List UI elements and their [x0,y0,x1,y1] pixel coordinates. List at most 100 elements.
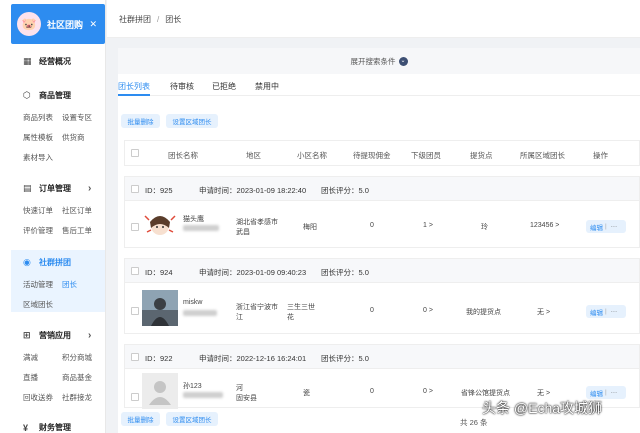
sidebar: 🐷 社区团购 ✕ ▦ 经营概况 ⬡ 商品管理 商品列表 设置专区 属性模板 供货… [0,0,106,433]
more-icon[interactable]: ··· [611,223,618,230]
col-commission: 待提现佣金 [353,151,391,160]
commission-value: 0 [370,388,374,395]
avatar [142,290,178,326]
nav-group-finance[interactable]: ¥ 财务管理 [23,422,71,433]
members-link[interactable]: 0 > [423,307,433,314]
row-actions: 编辑 | ··· [586,220,626,233]
nav-group-marketing[interactable]: ⊞ 营销应用 › [23,330,91,341]
edit-button[interactable]: 编辑 [590,222,603,232]
set-region-leader-button-bottom[interactable]: 设置区域团长 [166,412,218,426]
col-leader-name: 团长名称 [168,151,198,160]
tab-divider [118,95,640,96]
brand-header[interactable]: 🐷 社区团购 ✕ [11,4,105,44]
select-all-checkbox[interactable] [131,149,139,157]
leader-phone [183,225,219,232]
row-checkbox[interactable] [131,185,139,193]
region-text: 湖北省孝感市 [236,219,278,226]
nav-item-supplier[interactable]: 供货商 [62,132,85,143]
row-actions: 编辑 | ··· [586,305,626,318]
col-region: 地区 [246,151,261,160]
nav-group-goods[interactable]: ⬡ 商品管理 [23,90,71,101]
leader-phone [183,310,217,317]
nav-item-recycle-coupon[interactable]: 回收送券 [23,392,53,403]
leader-name: miskw [183,299,203,306]
nav-group-overview[interactable]: ▦ 经营概况 [23,56,71,67]
leader-phone [183,392,223,399]
community-name: 三生三世 [287,304,315,311]
row-checkbox[interactable] [131,353,139,361]
tab-leader-list[interactable]: 团长列表 [118,81,150,92]
region-text: 浙江省宁波市 [236,304,278,311]
nav-item-goods-fund[interactable]: 商品基金 [62,372,92,383]
community-name: 梅阳 [303,224,317,231]
grid-icon: ⊞ [23,330,31,340]
nav-item-activity[interactable]: 活动管理 [23,279,53,290]
leader-name: 孙123 [183,383,202,390]
members-link[interactable]: 1 > [423,222,433,229]
group-icon: ◉ [23,257,31,267]
nav-item-region-leader[interactable]: 区域团长 [23,299,53,310]
expand-search-toggle[interactable]: 展开搜索条件 ⌄ [118,48,640,74]
pin-icon[interactable]: ✕ [89,19,97,30]
members-link[interactable]: 0 > [423,388,433,395]
nav-item-community-order[interactable]: 社区订单 [62,205,92,216]
nav-group-community-group[interactable]: ◉ 社群拼团 [23,257,71,268]
set-region-leader-button[interactable]: 设置区域团长 [166,114,218,128]
chart-icon: ▦ [23,56,32,66]
row-checkbox[interactable] [131,307,139,315]
order-icon: ▤ [23,183,32,193]
row-header: ID：924 申请时间：2023-01-09 09:40:23 团长评分：5.0 [125,259,639,283]
col-area-leader: 所属区域团长 [520,151,565,160]
tab-active-indicator [118,94,150,96]
tab-pending[interactable]: 待审核 [170,81,194,92]
avatar [142,373,178,409]
pagination-total: 共 26 条 [460,418,488,427]
nav-group-orders[interactable]: ▤ 订单管理 › [23,183,91,194]
breadcrumb: 社群拼团 / 团长 [119,15,182,24]
nav-item-aftersale[interactable]: 售后工单 [62,225,92,236]
edit-button[interactable]: 编辑 [590,307,603,317]
leader-name: 猫头鹰 [183,216,204,223]
breadcrumb-current: 团长 [165,15,182,24]
row-header: ID：925 申请时间：2023-01-09 18:22:40 团长评分：5.0 [125,177,639,201]
region-text-2: 武昌 [236,229,250,236]
nav-item-solitaire[interactable]: 社群接龙 [62,392,92,403]
avatar [142,208,178,244]
col-members: 下级团员 [411,151,441,160]
row-checkbox[interactable] [131,223,139,231]
pickup-point: 我的提货点 [466,309,501,316]
brand-name: 社区团购 [47,19,84,30]
more-icon[interactable]: ··· [611,308,618,315]
breadcrumb-root[interactable]: 社群拼团 [119,15,151,24]
nav-item-zone[interactable]: 设置专区 [62,112,92,123]
tab-rejected[interactable]: 已拒绝 [212,81,236,92]
edit-button[interactable]: 编辑 [590,388,603,398]
tab-disabled[interactable]: 禁用中 [255,81,279,92]
area-leader-link[interactable]: 无 > [537,307,550,317]
main-panel: 展开搜索条件 ⌄ 团长列表 待审核 已拒绝 禁用中 批量删除 设置区域团长 团长… [118,48,640,433]
commission-value: 0 [370,222,374,229]
nav-item-goods-list[interactable]: 商品列表 [23,112,53,123]
nav-item-quick-order[interactable]: 快速订单 [23,205,53,216]
area-leader-link[interactable]: 123456 > [530,222,559,229]
community-name-2: 花 [287,314,294,321]
nav-item-leader[interactable]: 团长 [62,279,77,290]
batch-delete-button[interactable]: 批量删除 [121,114,160,128]
nav-item-fullreduce[interactable]: 满减 [23,352,38,363]
col-actions: 操作 [593,151,608,160]
area-leader-link[interactable]: 无 > [537,388,550,398]
nav-item-material-import[interactable]: 素材导入 [23,152,53,163]
region-text-2: 固安县 [236,395,257,402]
more-icon[interactable]: ··· [611,389,618,396]
nav-item-review[interactable]: 评价管理 [23,225,53,236]
row-checkbox[interactable] [131,393,139,401]
nav-item-live[interactable]: 直播 [23,372,38,383]
batch-delete-button-bottom[interactable]: 批量删除 [121,412,160,426]
row-checkbox[interactable] [131,267,139,275]
table-row: ID：924 申请时间：2023-01-09 09:40:23 团长评分：5.0… [124,258,640,334]
nav-item-attr-template[interactable]: 属性模板 [23,132,53,143]
chevron-right-icon: › [88,330,92,341]
brand-logo: 🐷 [17,12,41,36]
nav-item-points-mall[interactable]: 积分商城 [62,352,92,363]
table-header: 团长名称 地区 小区名称 待提现佣金 下级团员 提货点 所属区域团长 操作 [124,140,640,166]
